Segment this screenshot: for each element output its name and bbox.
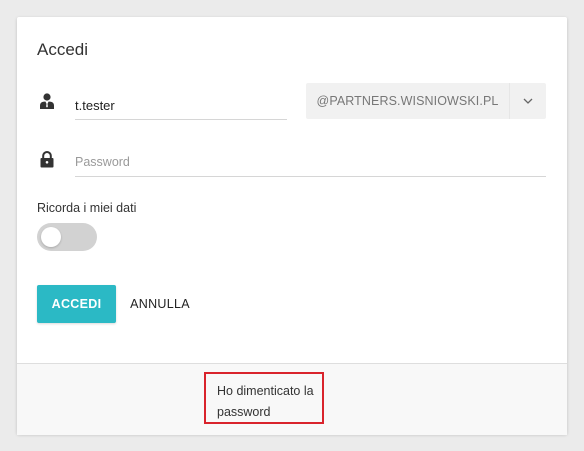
remember-me-toggle[interactable]: [37, 223, 97, 251]
forgot-password-link[interactable]: Ho dimenticato la password: [217, 381, 325, 423]
username-input[interactable]: [75, 91, 287, 120]
login-card: Accedi @PARTNERS.WISNIOWSKI.PL Ricorda i…: [17, 17, 567, 435]
domain-value: @PARTNERS.WISNIOWSKI.PL: [316, 94, 499, 108]
toggle-knob: [41, 227, 61, 247]
user-icon: [40, 93, 54, 114]
chevron-down-icon[interactable]: [509, 83, 546, 119]
domain-select[interactable]: @PARTNERS.WISNIOWSKI.PL: [306, 83, 546, 119]
lock-icon: [40, 151, 54, 173]
password-input[interactable]: [75, 148, 546, 177]
forgot-password-highlight: Ho dimenticato la password: [204, 372, 324, 424]
annulla-button[interactable]: ANNULLA: [127, 285, 193, 323]
card-footer: Ho dimenticato la password: [17, 363, 567, 435]
remember-me-label: Ricorda i miei dati: [37, 201, 137, 215]
accedi-button[interactable]: ACCEDI: [37, 285, 116, 323]
page-title: Accedi: [37, 40, 89, 59]
